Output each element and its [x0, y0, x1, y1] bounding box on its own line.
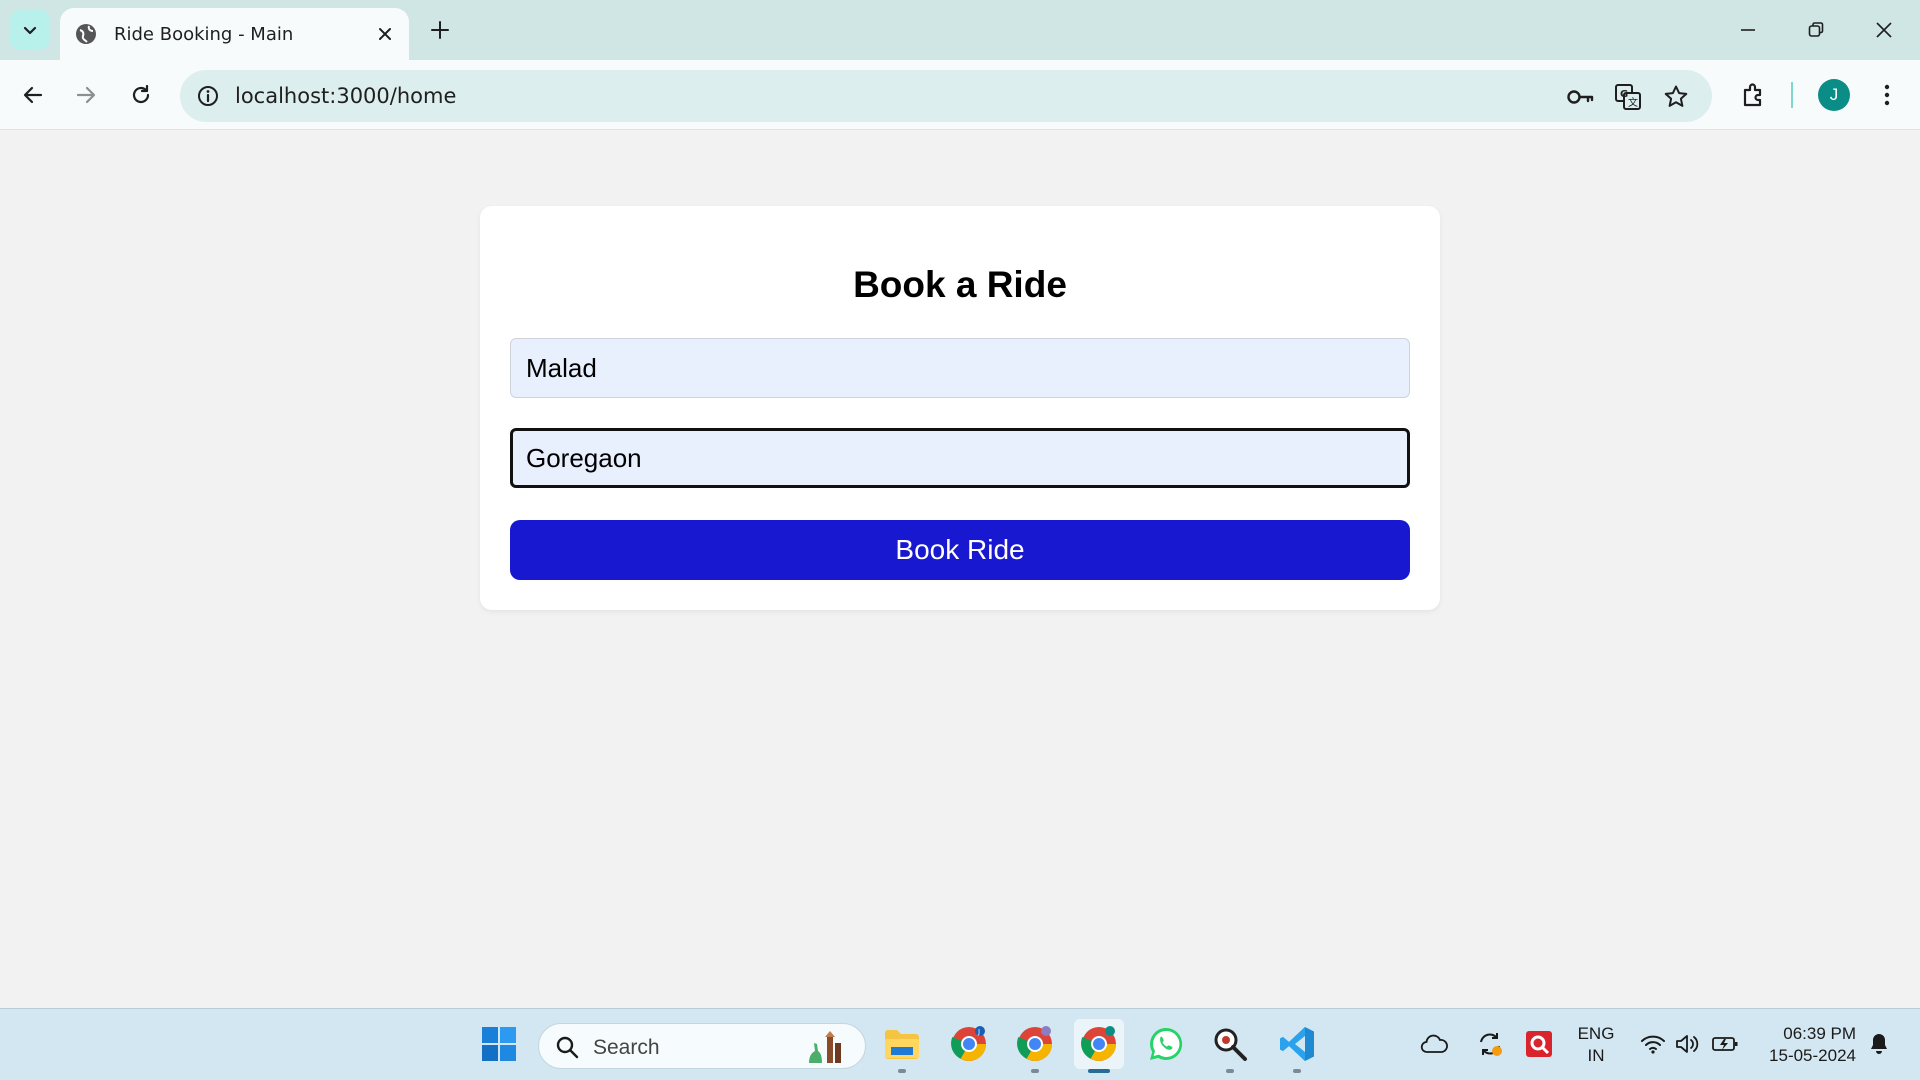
close-icon	[1876, 22, 1892, 38]
password-key-icon[interactable]	[1564, 81, 1596, 113]
battery-icon[interactable]	[1708, 1019, 1742, 1069]
browser-toolbar: localhost:3000/home G文 J	[0, 60, 1920, 130]
arrow-left-icon	[23, 86, 43, 104]
folder-icon	[885, 1030, 919, 1059]
magnifier-tool-icon	[1214, 1028, 1247, 1061]
browser-tab[interactable]: Ride Booking - Main	[60, 8, 409, 60]
tab-title: Ride Booking - Main	[114, 23, 294, 45]
taskbar-chrome-active[interactable]	[1074, 1019, 1124, 1073]
sync-icon[interactable]	[1474, 1019, 1506, 1069]
window-close-button[interactable]	[1864, 12, 1904, 48]
chrome-icon	[1017, 1026, 1052, 1061]
security-app-icon[interactable]	[1522, 1019, 1556, 1069]
chevron-down-icon	[23, 26, 37, 35]
running-indicator	[1293, 1069, 1301, 1073]
address-bar[interactable]: localhost:3000/home G文	[180, 70, 1712, 122]
globe-icon	[74, 22, 98, 46]
clock-date: 15-05-2024	[1769, 1046, 1856, 1065]
windows-logo-icon	[482, 1027, 516, 1061]
language-indicator[interactable]: ENG IN	[1574, 1023, 1618, 1067]
taskbar-clock[interactable]: 06:39 PM 15-05-2024	[1769, 1023, 1856, 1067]
chrome-icon: J	[951, 1026, 986, 1061]
language-code: ENG	[1577, 1024, 1615, 1043]
start-button[interactable]	[474, 1019, 524, 1069]
search-placeholder: Search	[593, 1036, 660, 1059]
taskbar-chrome-1[interactable]: J	[944, 1019, 994, 1069]
new-tab-button[interactable]	[424, 14, 456, 46]
pickup-input[interactable]: Malad	[510, 338, 1410, 398]
taskbar-vscode[interactable]	[1272, 1019, 1322, 1073]
region-code: IN	[1587, 1046, 1605, 1065]
running-indicator	[1088, 1069, 1110, 1073]
toolbar-divider	[1791, 82, 1793, 108]
translate-icon[interactable]: G文	[1612, 81, 1644, 113]
restore-icon	[1808, 22, 1824, 37]
running-indicator	[1031, 1069, 1039, 1073]
volume-icon[interactable]	[1670, 1019, 1704, 1069]
book-ride-button[interactable]: Book Ride	[510, 520, 1410, 580]
notification-bell-icon[interactable]	[1864, 1019, 1894, 1069]
restore-button[interactable]	[1796, 12, 1836, 48]
search-highlight-icon	[809, 1031, 841, 1063]
clock-time: 06:39 PM	[1783, 1024, 1856, 1043]
tab-strip: Ride Booking - Main	[0, 0, 1920, 60]
taskbar-chrome-2[interactable]	[1010, 1019, 1060, 1073]
tab-search-button[interactable]	[10, 10, 50, 50]
taskbar-snipping-tool[interactable]	[1205, 1019, 1255, 1073]
search-icon	[556, 1036, 579, 1059]
running-indicator	[1226, 1069, 1234, 1073]
reload-icon	[132, 84, 150, 104]
whatsapp-icon	[1150, 1027, 1183, 1060]
minimize-icon	[1741, 29, 1755, 31]
forward-button[interactable]	[66, 75, 106, 115]
reload-button[interactable]	[121, 75, 161, 115]
vscode-icon	[1280, 1027, 1314, 1061]
destination-input[interactable]: Goregaon	[510, 428, 1410, 488]
arrow-right-icon	[76, 86, 96, 104]
taskbar-search[interactable]: Search	[538, 1023, 866, 1069]
running-indicator	[898, 1069, 906, 1073]
taskbar-file-explorer[interactable]	[877, 1019, 927, 1073]
site-info-icon[interactable]	[194, 82, 222, 110]
close-icon[interactable]	[373, 22, 397, 46]
minimize-button[interactable]	[1728, 12, 1768, 48]
taskbar-whatsapp[interactable]	[1141, 1019, 1191, 1069]
svg-text:文: 文	[1628, 96, 1638, 109]
chrome-icon	[1081, 1026, 1116, 1061]
booking-card: Book a Ride Malad Goregaon Book Ride	[480, 206, 1440, 610]
extensions-puzzle-icon[interactable]	[1737, 78, 1771, 112]
taskbar: Search J ENG IN 06:39 PM 15-05-2024	[0, 1008, 1920, 1080]
bookmark-star-icon[interactable]	[1660, 81, 1692, 113]
profile-avatar[interactable]: J	[1818, 79, 1850, 111]
page-title: Book a Ride	[853, 264, 1067, 305]
url-text[interactable]: localhost:3000/home	[235, 84, 456, 108]
svg-text:G: G	[1620, 89, 1628, 100]
svg-text:J: J	[977, 1028, 980, 1036]
more-menu-icon[interactable]	[1870, 78, 1904, 112]
onedrive-cloud-icon[interactable]	[1418, 1019, 1450, 1069]
wifi-icon[interactable]	[1636, 1019, 1670, 1069]
plus-icon	[431, 21, 449, 39]
back-button[interactable]	[13, 75, 53, 115]
